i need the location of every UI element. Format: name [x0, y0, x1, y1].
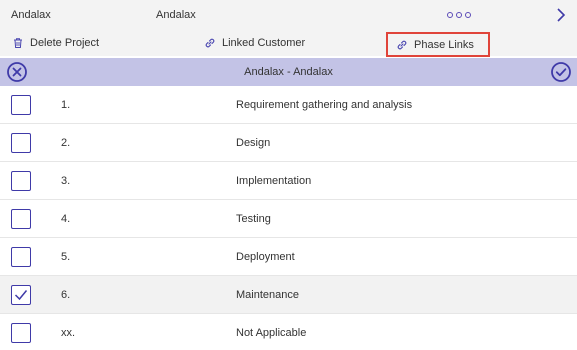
checkbox[interactable] [11, 95, 31, 115]
checkbox[interactable] [11, 209, 31, 229]
phase-links-label: Phase Links [414, 38, 474, 51]
chevron-right-icon[interactable] [555, 6, 567, 24]
list-item[interactable]: 1. Requirement gathering and analysis [0, 86, 577, 124]
trash-icon [14, 38, 22, 48]
phase-number: 5. [61, 251, 71, 263]
phase-number: 3. [61, 175, 71, 187]
linked-customer-button[interactable]: Linked Customer [204, 30, 305, 56]
checkbox[interactable] [11, 285, 31, 305]
list-item[interactable]: 5. Deployment [0, 238, 577, 276]
phase-list: 1. Requirement gathering and analysis 2.… [0, 86, 577, 350]
link-icon [205, 38, 215, 48]
list-item[interactable]: 4. Testing [0, 200, 577, 238]
customer-name: Andalax [156, 9, 196, 21]
list-item[interactable]: xx. Not Applicable [0, 314, 577, 350]
phase-label: Requirement gathering and analysis [236, 99, 413, 111]
phase-number: 4. [61, 213, 71, 225]
header-title: Andalax - Andalax [244, 66, 333, 78]
confirm-icon[interactable] [550, 61, 572, 83]
phase-label: Testing [236, 213, 271, 225]
action-bar: Delete Project Linked Customer Phase Lin… [0, 30, 577, 57]
list-item[interactable]: 2. Design [0, 124, 577, 162]
phase-list-header: Andalax - Andalax [0, 58, 577, 86]
link-icon [397, 40, 407, 49]
checkmark-icon [14, 290, 28, 301]
checkbox[interactable] [11, 171, 31, 191]
list-item[interactable]: 6. Maintenance [0, 276, 577, 314]
checkbox[interactable] [11, 247, 31, 267]
phase-number: 2. [61, 137, 71, 149]
project-name: Andalax [11, 9, 51, 21]
delete-project-button[interactable]: Delete Project [12, 30, 99, 56]
phase-label: Design [236, 137, 271, 149]
phase-links-button[interactable]: Phase Links [386, 32, 490, 57]
phase-label: Deployment [236, 251, 295, 263]
list-item[interactable]: 3. Implementation [0, 162, 577, 200]
delete-project-label: Delete Project [30, 37, 100, 49]
checkbox[interactable] [11, 133, 31, 153]
phase-number: 1. [61, 99, 71, 111]
phase-number: 6. [61, 289, 71, 301]
more-options-icon[interactable] [447, 9, 471, 21]
top-bar: Andalax Andalax [0, 0, 577, 30]
phase-label: Not Applicable [236, 327, 307, 339]
checkbox[interactable] [11, 323, 31, 343]
phase-label: Implementation [236, 175, 312, 187]
phase-number: xx. [61, 327, 76, 339]
phase-label: Maintenance [236, 289, 299, 301]
linked-customer-label: Linked Customer [222, 37, 306, 49]
